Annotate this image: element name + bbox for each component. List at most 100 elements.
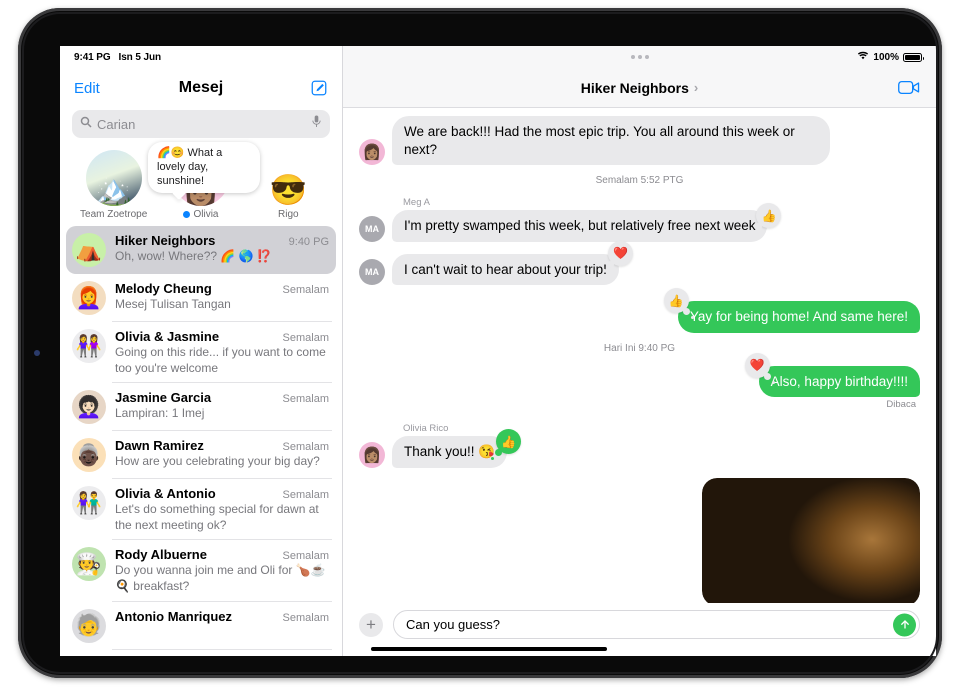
conversation-list[interactable]: ⛺ Hiker Neighbors 9:40 PG Oh, wow! Where… — [60, 226, 342, 656]
multitasking-handle[interactable] — [630, 55, 649, 59]
pinned-contact-label: Rigo — [278, 209, 299, 220]
read-receipt: Dibaca — [886, 399, 916, 411]
message-column: Also, happy birthday!!!! ❤️ Dibaca — [744, 352, 920, 411]
conversation-header: Olivia & Antonio Semalam — [115, 486, 329, 501]
search-input[interactable]: Carian — [72, 110, 330, 138]
conversation-preview: Mesej Tulisan Tangan — [115, 297, 231, 311]
message-row: MA I can't wait to hear about your trip!… — [359, 240, 920, 286]
avatar-initials: MA — [359, 259, 385, 286]
message-bubble[interactable]: Thank you!! 😘 — [392, 436, 508, 468]
chat-status-bar: 100% — [343, 46, 936, 68]
conversation-name: Olivia & Jasmine — [115, 329, 220, 344]
conversation-row-antonio-manriquez[interactable]: 🧓 Antonio Manriquez Semalam — [66, 602, 336, 650]
avatar: 👵🏿 — [72, 438, 106, 473]
conversation-row-olivia-jasmine[interactable]: 👭 Olivia & Jasmine Semalam Going on this… — [66, 322, 336, 384]
message-bubble[interactable]: We are back!!! Had the most epic trip. Y… — [392, 116, 830, 166]
send-arrow-icon[interactable] — [893, 613, 916, 636]
ipad-device-frame: 9:41 PG Isn 5 Jun Edit Mesej Carian 🏔️ T… — [18, 8, 942, 678]
conversation-name: Olivia & Antonio — [115, 486, 216, 502]
add-attachment-icon[interactable]: + — [359, 612, 383, 637]
pinned-contact[interactable]: 🏔️ Team Zoetrope — [76, 150, 152, 220]
conversation-body: Olivia & Antonio Semalam Let's do someth… — [115, 486, 329, 533]
conversation-row-dawn-ramirez[interactable]: 👵🏿 Dawn Ramirez Semalam How are you cele… — [66, 431, 336, 480]
message-list[interactable]: 👩🏽 We are back!!! Had the most epic trip… — [343, 108, 936, 603]
battery-icon — [903, 52, 924, 62]
pinned-contact-name: Rigo — [278, 209, 299, 220]
avatar-emoji: 🧑‍🍳 — [75, 552, 103, 576]
conversation-row-rody-albuerne[interactable]: 🧑‍🍳 Rody Albuerne Semalam Do you wanna j… — [66, 540, 336, 602]
conversation-header: Antonio Manriquez Semalam — [115, 609, 329, 624]
avatar-initials: MA — [359, 215, 385, 242]
conversation-name: Melody Cheung — [115, 281, 212, 296]
tapback-thumbsup-icon[interactable]: 👍 — [491, 429, 522, 461]
chat-title-button[interactable]: Hiker Neighbors › — [581, 80, 698, 96]
tapback-heart-icon[interactable]: ❤️ — [744, 352, 775, 384]
message-row: Yay for being home! And same here! 👍 — [359, 288, 920, 333]
message-bubble[interactable]: Also, happy birthday!!!! — [758, 365, 920, 398]
photo-attachment[interactable] — [702, 477, 920, 603]
conversation-preview: Do you wanna join me and Oli for 🍗☕🍳 bre… — [115, 563, 326, 593]
conversation-body: Hiker Neighbors 9:40 PG Oh, wow! Where??… — [115, 233, 329, 267]
pinned-contact[interactable]: 😎 Rigo — [250, 150, 326, 220]
avatar: 👩🏽 — [359, 139, 385, 166]
tapback-thumbsup-icon[interactable]: 👍 — [751, 203, 782, 235]
conversation-body: Melody Cheung Semalam Mesej Tulisan Tang… — [115, 281, 329, 315]
conversation-body: Olivia & Jasmine Semalam Going on this r… — [115, 329, 329, 376]
conversation-header: Melody Cheung Semalam — [115, 281, 329, 296]
conversation-preview: Oh, wow! Where?? 🌈 🌎 ⁉️ — [115, 249, 272, 263]
avatar-initials-text: MA — [365, 267, 379, 278]
message-input-bar: + Can you guess? — [343, 603, 936, 643]
conversation-preview: Going on this ride... if you want to com… — [115, 345, 326, 375]
conversation-name: Dawn Ramirez — [115, 438, 204, 454]
facetime-video-icon[interactable] — [898, 80, 920, 95]
message-bubble[interactable]: Yay for being home! And same here! — [677, 301, 920, 333]
pinned-contact-name: Team Zoetrope — [80, 209, 148, 220]
pinned-contact-label: Team Zoetrope — [80, 209, 147, 220]
search-placeholder: Carian — [97, 116, 136, 132]
message-input-value: Can you guess? — [406, 617, 500, 632]
conversation-preview: Lampiran: 1 Imej — [115, 406, 205, 421]
message-row: 👩🏽 We are back!!! Had the most epic trip… — [359, 116, 920, 166]
avatar-emoji: 👩‍🦰 — [75, 286, 103, 310]
message-input[interactable]: Can you guess? — [393, 610, 920, 639]
home-indicator[interactable] — [371, 647, 607, 651]
message-column: Yay for being home! And same here! 👍 — [663, 288, 920, 333]
conversation-header: Jasmine Garcia Semalam — [115, 390, 329, 405]
battery-percent-label: 100% — [873, 51, 899, 63]
volume-button[interactable] — [34, 350, 40, 356]
avatar: 👭 — [72, 329, 106, 363]
chat-header: Hiker Neighbors › — [343, 68, 936, 108]
avatar: 👩🏻‍🦱 — [72, 390, 106, 425]
pinned-avatar-emoji: 😎 — [269, 174, 307, 206]
avatar-emoji: 👭 — [75, 334, 103, 358]
conversation-time: Semalam — [282, 284, 329, 296]
timestamp-divider: Hari Ini 9:40 PG — [603, 342, 676, 354]
conversation-row-jasmine-garcia[interactable]: 👩🏻‍🦱 Jasmine Garcia Semalam Lampiran: 1 … — [66, 383, 336, 432]
microphone-icon[interactable] — [311, 115, 322, 133]
page-title: Mesej — [178, 79, 224, 96]
conversation-preview: How are you celebrating your big day? — [115, 454, 320, 469]
conversation-row-olivia-antonio[interactable]: 👫 Olivia & Antonio Semalam Let's do some… — [66, 479, 336, 541]
tapback-thumbsup-icon[interactable]: 👍 — [663, 288, 694, 320]
messages-sidebar: 9:41 PG Isn 5 Jun Edit Mesej Carian 🏔️ T… — [60, 46, 343, 656]
tapback-heart-icon[interactable]: ❤️ — [602, 240, 633, 272]
conversation-time: Semalam — [282, 489, 329, 502]
message-bubble[interactable]: I'm pretty swamped this week, but relati… — [392, 210, 768, 242]
message-column: Olivia Rico Thank you!! 😘 👍 — [392, 420, 522, 468]
message-column: Meg A I'm pretty swamped this week, but … — [392, 194, 782, 242]
conversation-row-melody-cheung[interactable]: 👩‍🦰 Melody Cheung Semalam Mesej Tulisan … — [66, 274, 336, 322]
message-row: MA Meg A I'm pretty swamped this week, b… — [359, 194, 920, 242]
message-row: Also, happy birthday!!!! ❤️ Dibaca — [359, 352, 920, 411]
conversation-time: Semalam — [282, 550, 329, 563]
message-bubble[interactable]: I can't wait to hear about your trip! — [392, 253, 619, 286]
conversation-row-hiker-neighbors[interactable]: ⛺ Hiker Neighbors 9:40 PG Oh, wow! Where… — [66, 226, 336, 274]
message-column: I can't wait to hear about your trip! ❤️ — [392, 240, 633, 286]
conversation-time: Semalam — [282, 441, 329, 454]
edit-button[interactable]: Edit — [74, 80, 100, 97]
status-bar-right: 100% — [857, 46, 924, 68]
message-column — [702, 477, 920, 603]
status-bar-date: Isn 5 Jun — [118, 51, 162, 63]
compose-icon[interactable] — [310, 79, 328, 97]
avatar-emoji: 👩🏽 — [362, 446, 382, 464]
chat-title: Hiker Neighbors — [580, 79, 689, 96]
